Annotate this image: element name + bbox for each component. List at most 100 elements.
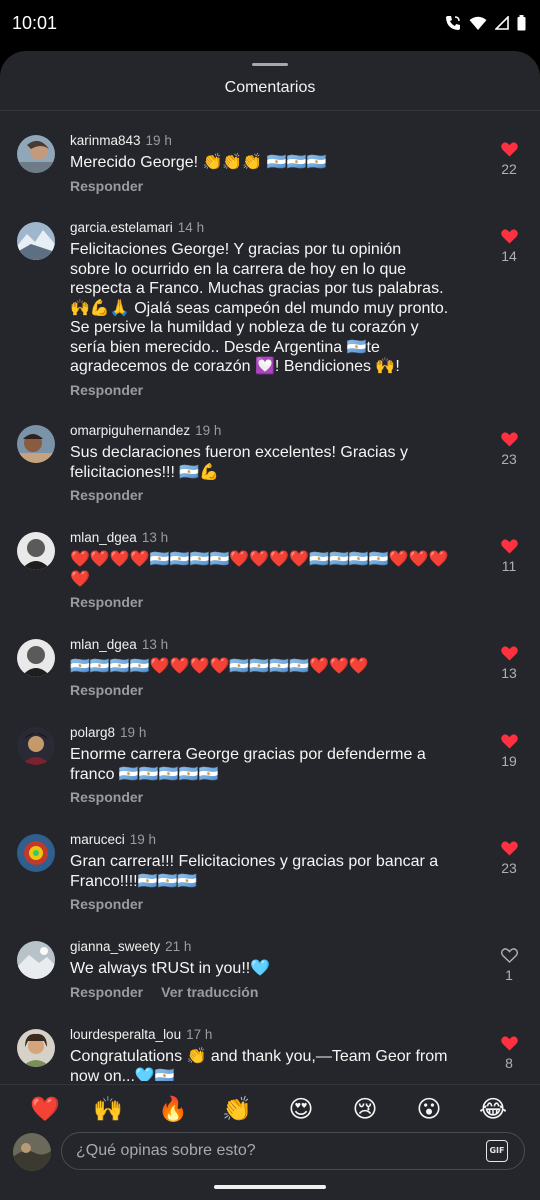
comment-input[interactable]: ¿Qué opinas sobre esto? GIF [61,1132,525,1170]
reaction-surprised[interactable]: 😮 [411,1093,447,1125]
translate-button[interactable]: Ver traducción [161,984,258,1000]
comment-item: maruceci 19 h Gran carrera!!! Felicitacio… [0,819,540,926]
comment-item: omarpiguhernandez 19 h Sus declaraciones … [0,410,540,517]
comment-text: ❤️❤️❤️❤️🇦🇷🇦🇷🇦🇷🇦🇷❤️❤️❤️❤️🇦🇷🇦🇷🇦🇷🇦🇷❤️❤️❤️ ❤… [70,551,449,588]
comments-list[interactable]: karinma843 19 h Merecido George! 👏👏👏 🇦🇷🇦🇷… [0,111,540,1081]
reaction-crying[interactable]: 😢 [347,1093,383,1125]
comment-time: 13 h [141,530,169,545]
avatar[interactable] [17,834,55,872]
status-time: 10:01 [12,13,58,33]
comment-username[interactable]: karinma843 [70,133,141,148]
reaction-fire[interactable]: 🔥 [155,1093,191,1125]
like-button[interactable]: 23 [498,841,520,876]
comment-username[interactable]: mlan_dgea [70,530,137,545]
heart-outline-icon [498,948,520,963]
comment-text: 🇦🇷🇦🇷🇦🇷🇦🇷❤️❤️❤️❤️🇦🇷🇦🇷🇦🇷🇦🇷❤️❤️❤️ [70,658,369,675]
comment-time: 19 h [120,725,147,740]
comment-item: mlan_dgea 13 h ❤️❤️❤️❤️🇦🇷🇦🇷🇦🇷🇦🇷❤️❤️❤️❤️🇦🇷… [0,517,540,624]
avatar[interactable] [17,727,55,765]
like-count: 19 [501,753,517,769]
heart-filled-icon [498,539,520,554]
avatar[interactable] [17,941,55,979]
avatar[interactable] [17,135,55,173]
comment-time: 17 h [186,1027,213,1042]
like-button[interactable]: 19 [498,734,520,769]
gif-button[interactable]: GIF [486,1140,508,1162]
comment-time: 14 h [177,220,205,235]
cellular-signal-icon [495,16,509,30]
status-icons [445,15,526,31]
avatar[interactable] [17,532,55,570]
heart-filled-icon [498,432,520,447]
comment-text: We always tRUSt in you!!🩵 [70,960,271,977]
comment-text: Felicitaciones George! Y gracias por tu … [70,241,449,375]
comment-item: garcia.estelamari 14 h Felicitaciones Geo… [0,207,540,410]
avatar[interactable] [17,425,55,463]
reply-button[interactable]: Responder [70,896,143,912]
like-button[interactable]: 8 [498,1036,520,1071]
heart-filled-icon [498,734,520,749]
reply-button[interactable]: Responder [70,682,143,698]
quick-reactions-bar: ❤️ 🙌 🔥 👏 😍 😢 😮 😂 [0,1084,540,1132]
comment-username[interactable]: lourdesperalta_lou [70,1027,181,1042]
comment-time: 19 h [129,832,157,847]
comment-item: karinma843 19 h Merecido George! 👏👏👏 🇦🇷🇦🇷… [0,120,540,207]
reply-button[interactable]: Responder [70,789,143,805]
like-button[interactable]: 13 [498,646,520,681]
heart-filled-icon [498,841,520,856]
like-count: 22 [501,161,517,177]
avatar[interactable] [17,1029,55,1067]
comment-body: polarg8 19 h Enorme carrera George gracia… [70,724,485,807]
like-button[interactable]: 23 [498,432,520,467]
comment-time: 21 h [165,939,192,954]
like-count: 8 [505,1055,513,1071]
reply-button[interactable]: Responder [70,382,143,398]
like-button[interactable]: 11 [498,539,520,574]
status-bar: 10:01 [0,0,540,50]
comment-username[interactable]: maruceci [70,832,125,847]
comment-text: Congratulations 👏 and thank you,—Team Ge… [70,1048,448,1081]
reply-button[interactable]: Responder [70,487,143,503]
heart-filled-icon [498,646,520,661]
comment-username[interactable]: omarpiguhernandez [70,423,190,438]
comment-username[interactable]: polarg8 [70,725,115,740]
like-button[interactable]: 22 [498,142,520,177]
like-count: 1 [505,967,513,983]
comment-username[interactable]: mlan_dgea [70,637,137,652]
comment-body: gianna_sweety 21 h We always tRUSt in you… [70,938,485,1002]
heart-filled-icon [498,142,520,157]
sheet-title: Comentarios [224,79,316,96]
comment-item: mlan_dgea 13 h 🇦🇷🇦🇷🇦🇷🇦🇷❤️❤️❤️❤️🇦🇷🇦🇷🇦🇷🇦🇷❤️… [0,624,540,712]
like-count: 13 [501,665,517,681]
avatar[interactable] [17,222,55,260]
heart-filled-icon [498,229,520,244]
comment-username[interactable]: garcia.estelamari [70,220,173,235]
reaction-heart-eyes[interactable]: 😍 [283,1093,319,1125]
reaction-raised-hands[interactable]: 🙌 [90,1093,126,1125]
comment-body: karinma843 19 h Merecido George! 👏👏👏 🇦🇷🇦🇷… [70,132,485,196]
like-button[interactable]: 14 [498,229,520,264]
reaction-laughing[interactable]: 😂 [475,1093,511,1125]
comment-item: lourdesperalta_lou 17 h Congratulations 👏… [0,1014,540,1081]
like-count: 14 [501,248,517,264]
comment-item: gianna_sweety 21 h We always tRUSt in you… [0,926,540,1014]
comment-input-placeholder: ¿Qué opinas sobre esto? [76,1142,256,1159]
wifi-icon [469,16,487,31]
comment-username[interactable]: gianna_sweety [70,939,160,954]
reply-button[interactable]: Responder [70,178,143,194]
comment-text: Merecido George! 👏👏👏 🇦🇷🇦🇷🇦🇷 [70,154,327,171]
comment-time: 19 h [145,133,172,148]
reply-button[interactable]: Responder [70,984,143,1000]
reply-button[interactable]: Responder [70,594,143,610]
comment-composer: ¿Qué opinas sobre esto? GIF [0,1131,540,1200]
like-button[interactable]: 1 [498,948,520,983]
like-count: 11 [501,558,517,574]
home-indicator[interactable] [214,1185,326,1189]
drag-handle[interactable] [252,63,288,66]
reaction-heart[interactable]: ❤️ [27,1093,63,1125]
comment-time: 13 h [141,637,169,652]
reaction-clap[interactable]: 👏 [219,1093,255,1125]
avatar[interactable] [17,639,55,677]
battery-icon [517,15,526,31]
my-avatar [13,1133,51,1171]
